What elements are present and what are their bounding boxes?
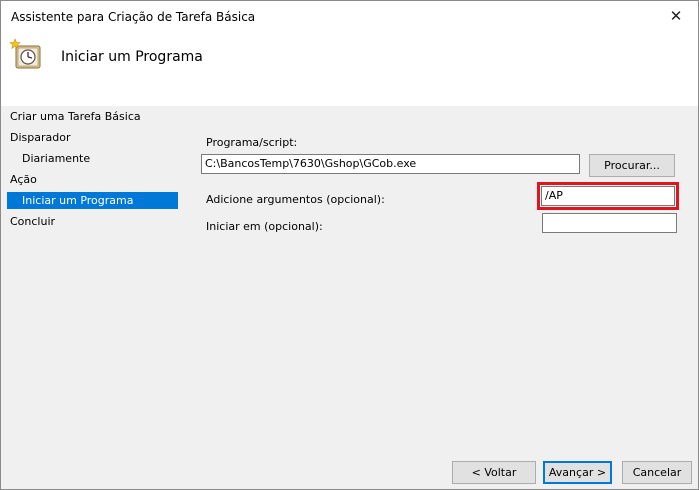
step-iniciar-programa[interactable]: Iniciar um Programa xyxy=(7,192,178,209)
wizard-body: Criar uma Tarefa Básica Disparador Diari… xyxy=(1,106,698,489)
program-script-label: Programa/script: xyxy=(206,136,298,149)
arguments-label: Adicione argumentos (opcional): xyxy=(206,193,385,206)
step-concluir[interactable]: Concluir xyxy=(7,213,178,230)
browse-button[interactable]: Procurar... xyxy=(589,154,675,177)
back-button[interactable]: < Voltar xyxy=(452,461,536,484)
step-acao[interactable]: Ação xyxy=(7,171,178,188)
window-title: Assistente para Criação de Tarefa Básica xyxy=(11,10,256,24)
start-in-label: Iniciar em (opcional): xyxy=(206,220,323,233)
program-script-input[interactable]: C:\BancosTemp\7630\Gshop\GCob.exe xyxy=(201,154,580,174)
start-in-input[interactable] xyxy=(542,213,677,233)
wizard-window: Assistente para Criação de Tarefa Básica… xyxy=(0,0,699,490)
close-button[interactable]: ✕ xyxy=(656,3,696,29)
wizard-header: Iniciar um Programa xyxy=(1,31,698,106)
arguments-input[interactable]: /AP xyxy=(541,186,675,206)
title-bar: Assistente para Criação de Tarefa Básica… xyxy=(1,1,698,31)
step-diariamente[interactable]: Diariamente xyxy=(7,150,178,167)
step-criar-tarefa[interactable]: Criar uma Tarefa Básica xyxy=(7,108,178,125)
cancel-button[interactable]: Cancelar xyxy=(622,461,692,484)
scheduled-task-clock-icon xyxy=(9,38,41,69)
close-icon: ✕ xyxy=(669,7,683,25)
page-title: Iniciar um Programa xyxy=(61,49,203,65)
step-disparador[interactable]: Disparador xyxy=(7,129,178,146)
next-button[interactable]: Avançar > xyxy=(543,461,612,484)
wizard-steps-sidebar: Criar uma Tarefa Básica Disparador Diari… xyxy=(1,106,181,306)
